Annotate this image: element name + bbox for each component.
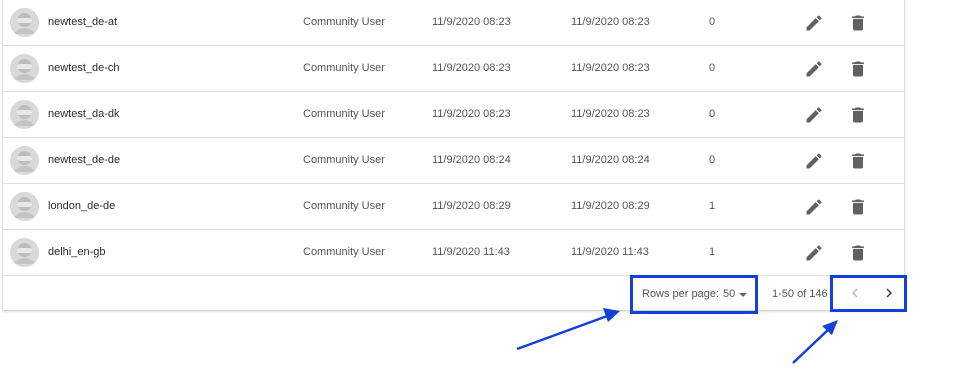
edit-button[interactable]: [803, 104, 825, 126]
user-avatar-icon: [10, 238, 39, 267]
user-avatar-icon: [10, 8, 39, 37]
edit-button[interactable]: [803, 196, 825, 218]
delete-button[interactable]: [847, 12, 869, 34]
delete-button[interactable]: [847, 242, 869, 264]
count-value: 1: [709, 200, 716, 212]
user-type: Community User: [303, 200, 385, 212]
table-pagination: Rows per page: 50 1-50 of 146: [3, 276, 904, 310]
rows-per-page-highlight-box: [630, 275, 758, 314]
trash-icon: [852, 61, 864, 77]
user-name: newtest_de-ch: [48, 62, 120, 74]
user-name: delhi_en-gb: [48, 246, 106, 258]
trash-icon: [852, 153, 864, 169]
modified-date: 11/9/2020 08:23: [571, 108, 650, 120]
pagination-range: 1-50 of 146: [772, 288, 828, 300]
user-type: Community User: [303, 154, 385, 166]
count-value: 0: [709, 62, 716, 74]
table-row: newtest_da-dk Community User 11/9/2020 0…: [3, 92, 904, 138]
pencil-icon: [806, 199, 822, 215]
pencil-icon: [806, 107, 822, 123]
pencil-icon: [806, 15, 822, 31]
users-table: newtest_de-at Community User 11/9/2020 0…: [2, 0, 905, 311]
modified-date: 11/9/2020 08:29: [571, 200, 650, 212]
trash-icon: [852, 199, 864, 215]
created-date: 11/9/2020 08:24: [432, 154, 511, 166]
arrow-to-pagination-nav: [792, 320, 838, 364]
created-date: 11/9/2020 08:23: [432, 62, 511, 74]
created-date: 11/9/2020 08:29: [432, 200, 511, 212]
count-value: 0: [709, 154, 716, 166]
user-type: Community User: [303, 246, 385, 258]
user-name: london_de-de: [48, 200, 116, 212]
user-name: newtest_de-de: [48, 154, 121, 166]
delete-button[interactable]: [847, 104, 869, 126]
table-row: newtest_de-at Community User 11/9/2020 0…: [3, 0, 904, 46]
modified-date: 11/9/2020 11:43: [571, 246, 649, 258]
user-avatar-icon: [10, 54, 39, 83]
count-value: 0: [709, 108, 716, 120]
modified-date: 11/9/2020 08:24: [571, 154, 650, 166]
table-row: newtest_de-ch Community User 11/9/2020 0…: [3, 46, 904, 92]
arrow-to-rows-per-page: [516, 308, 620, 351]
user-type: Community User: [303, 108, 385, 120]
user-avatar-icon: [10, 192, 39, 221]
count-value: 1: [709, 246, 716, 258]
user-type: Community User: [303, 62, 385, 74]
created-date: 11/9/2020 08:23: [432, 108, 511, 120]
edit-button[interactable]: [803, 12, 825, 34]
delete-button[interactable]: [847, 196, 869, 218]
edit-button[interactable]: [803, 242, 825, 264]
user-type: Community User: [303, 16, 385, 28]
edit-button[interactable]: [803, 150, 825, 172]
count-value: 0: [709, 16, 716, 28]
user-avatar-icon: [10, 100, 39, 129]
user-name: newtest_da-dk: [48, 108, 120, 120]
table-row: delhi_en-gb Community User 11/9/2020 11:…: [3, 230, 904, 276]
edit-button[interactable]: [803, 58, 825, 80]
pencil-icon: [806, 153, 822, 169]
user-avatar-icon: [10, 146, 39, 175]
trash-icon: [852, 245, 864, 261]
pencil-icon: [806, 245, 822, 261]
table-row: newtest_de-de Community User 11/9/2020 0…: [3, 138, 904, 184]
pagination-nav-highlight-box: [830, 275, 907, 312]
created-date: 11/9/2020 08:23: [432, 16, 511, 28]
pencil-icon: [806, 61, 822, 77]
user-name: newtest_de-at: [48, 16, 118, 28]
delete-button[interactable]: [847, 150, 869, 172]
delete-button[interactable]: [847, 58, 869, 80]
table-row: london_de-de Community User 11/9/2020 08…: [3, 184, 904, 230]
modified-date: 11/9/2020 08:23: [571, 62, 650, 74]
created-date: 11/9/2020 11:43: [432, 246, 510, 258]
trash-icon: [852, 15, 864, 31]
modified-date: 11/9/2020 08:23: [571, 16, 650, 28]
trash-icon: [852, 107, 864, 123]
